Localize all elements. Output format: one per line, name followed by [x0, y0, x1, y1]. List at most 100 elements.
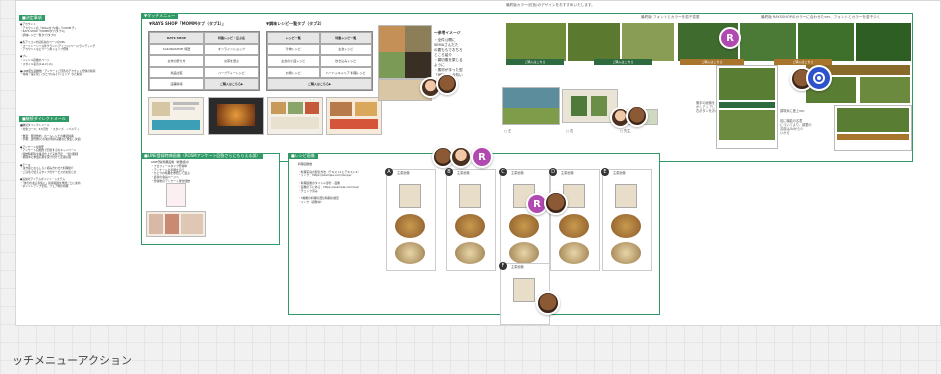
table-cell[interactable]: お米の贈り方 [149, 55, 204, 67]
product-image [513, 278, 535, 302]
left-mid-text: ■継続ダイレクトメール ・対象コース：6カ月分 ・スタンプ、ノベルティ ・数量：… [20, 123, 82, 189]
section-tag-touch-menu: ▼タッチメニュー [141, 13, 179, 19]
table-cell[interactable]: ハーブティーレシピ [204, 66, 259, 79]
recipe-card-title: 主菜画像 [511, 171, 524, 175]
callout-line: ところ紹介 [434, 53, 452, 57]
menu-thumbnail [326, 97, 382, 135]
table-cell[interactable]: 汁物レシピ [267, 43, 320, 56]
dish-image [455, 242, 485, 264]
line-thumbnail [146, 211, 206, 237]
whiteboard-frame: ■決定事項 ●アカウント ・アカウント名「SEGaタブ2種」「COMM チ」 ・… [15, 0, 941, 326]
user-avatar[interactable] [544, 191, 568, 215]
section-tag-recipe: ■レシピ画像 [288, 153, 318, 159]
recipe-card-letter: D [549, 168, 557, 176]
table-cell[interactable]: 商品比較 [149, 66, 204, 79]
menu-thumbnail [502, 87, 560, 125]
table-cell[interactable]: 特集レシピ・豆ぶ名 [204, 32, 259, 44]
callout-line: ・全件公開に [434, 38, 456, 42]
section-tag-direct-mail: ■継続ダイレクトメール [19, 116, 69, 122]
product-image [399, 184, 421, 208]
recipe-card-title: 主菜画像 [511, 265, 524, 269]
dish-image [395, 242, 425, 264]
buy-button[interactable]: ご購入はこちら [506, 59, 564, 65]
recipe-card-letter: F [499, 262, 507, 270]
sync-icon [813, 72, 825, 84]
menu-thumbnail [148, 97, 204, 135]
recipe-tab-table: レシピ一覧 特集レシピ一覧 汁物レシピ 主食レシピ 主食の小皿レシピ 炊き込みレ… [266, 31, 373, 91]
user-avatar-initial[interactable]: R [719, 27, 741, 49]
table-cell[interactable]: 特集レシピ一覧 [319, 32, 372, 44]
section-tag-decisions: ■決定事項 [19, 15, 45, 21]
rich-menu-title: 最終版 フォントとカラーを若干変更 [641, 15, 700, 19]
user-avatar[interactable] [450, 146, 472, 168]
callout-line: の要ももでおちろ [434, 48, 463, 52]
line-section-text: LINE登録特典画像（総量検討） ・プロフィールタイプ登録中 ・アンケートの手順… [151, 160, 191, 183]
table-cell[interactable]: お茶を選ぶ [204, 55, 259, 67]
recipe-tab-title: ▼調味レシピ一覧タブ（タブ2） [266, 21, 324, 26]
table-cell[interactable]: ご購入はこちら▶ [267, 78, 372, 90]
recipe-card-title: 主菜画像 [457, 171, 470, 175]
user-avatar-initial[interactable]: R [471, 146, 493, 168]
callout-line: ・親切素を繁じる [434, 58, 463, 62]
table-cell[interactable]: SAKURASHOP 特選 [149, 43, 204, 56]
dish-image [559, 242, 589, 264]
recipe-section-text: 料理画像数 ・料理写真の配信方法（テキスト1とテキスト2） ・リンク：https… [298, 162, 361, 204]
recipe-card-title: 主菜画像 [613, 171, 626, 175]
recipe-card-letter: E [601, 168, 609, 176]
table-cell[interactable]: オンラインショップ [204, 43, 259, 56]
table-cell[interactable]: RAYS SHOP [149, 32, 204, 44]
side-note: 調味米に差上ver. [780, 109, 806, 113]
table-cell[interactable]: ご購入はこちら▶ [204, 78, 259, 90]
callout-line: SEMAさんだた [434, 43, 459, 47]
user-avatar[interactable] [536, 291, 560, 315]
frame-label: ッチメニューアクション [12, 354, 133, 367]
dish-image [611, 242, 641, 264]
callout-line: ・素材が手った型 [434, 68, 463, 72]
menu-thumbnail [208, 97, 264, 135]
caption-item: □ 左 [504, 129, 512, 133]
recipe-card[interactable]: A 主菜画像 [385, 168, 436, 271]
photo-collage [378, 25, 432, 79]
rich-menu-title: 最終版 RAYSSHOPのカラーに合わせたver、フォントとカラーを若干少く [761, 15, 881, 19]
table-cell[interactable]: お鍋レシピ [267, 66, 320, 79]
table-cell[interactable]: 主食レシピ [319, 43, 372, 56]
recipe-card[interactable]: C 主菜画像 [499, 168, 550, 271]
active-user-badge[interactable] [806, 65, 832, 91]
dish-image [395, 214, 425, 238]
side-note: 前に機能の名表 についてより、調整の 名前は/Alから少 いから [780, 119, 812, 135]
table-cell[interactable]: 主食の小皿レシピ [267, 55, 320, 67]
dish-image [509, 242, 539, 264]
top-note: 最終版カラー(紅色)のデザインをおすすめいたします。 [506, 3, 595, 7]
table-cell[interactable]: 炊き込みレシピ [319, 55, 372, 67]
dish-image [611, 214, 641, 238]
buy-button[interactable]: ご購入はこちら [594, 59, 652, 65]
rich-menu-row-top [506, 23, 911, 61]
callout-title: ～参考イメージ [434, 30, 461, 35]
dish-image [455, 214, 485, 238]
table-cell[interactable]: ハーハッキャリア 料理レシピ [319, 66, 372, 79]
recipe-card[interactable]: D 主菜画像 [549, 168, 600, 271]
rich-menu-variant [834, 105, 912, 151]
left-intro-text: ●アカウント ・アカウント名「SEGaタブ2種」「COMM チ」 ・RAYS S… [20, 22, 96, 77]
user-avatar[interactable] [626, 105, 648, 127]
recipe-card-letter: A [385, 168, 393, 176]
menu-thumbnail [267, 97, 323, 135]
recipe-card-letter: C [499, 168, 507, 176]
product-image [459, 184, 481, 208]
recipe-card-letter: B [445, 168, 453, 176]
product-image [615, 184, 637, 208]
line-thumbnail [166, 183, 186, 207]
shop-tab-title: ▼RAYS SHOP「MOMMタブ（タブ1）」 [149, 21, 226, 26]
recipe-card[interactable]: B 主菜画像 [445, 168, 496, 271]
callout-line: ように [434, 63, 445, 67]
recipe-card-title: 主菜画像 [561, 171, 574, 175]
table-cell[interactable]: レシピ一覧 [267, 32, 320, 44]
table-cell[interactable]: 店舗情報 [149, 78, 204, 90]
section-tag-line: ■LINE登録特典画像（ROSMアンケート回答さらにもらえる部） [141, 153, 264, 159]
recipe-card[interactable]: E 主菜画像 [601, 168, 652, 271]
recipe-card-title: 主菜画像 [397, 171, 410, 175]
caption-item: □ 右 [566, 129, 574, 133]
rich-menu-variant [716, 65, 778, 149]
caption-item: □ 先生 [620, 129, 631, 133]
user-avatar[interactable] [436, 73, 458, 95]
